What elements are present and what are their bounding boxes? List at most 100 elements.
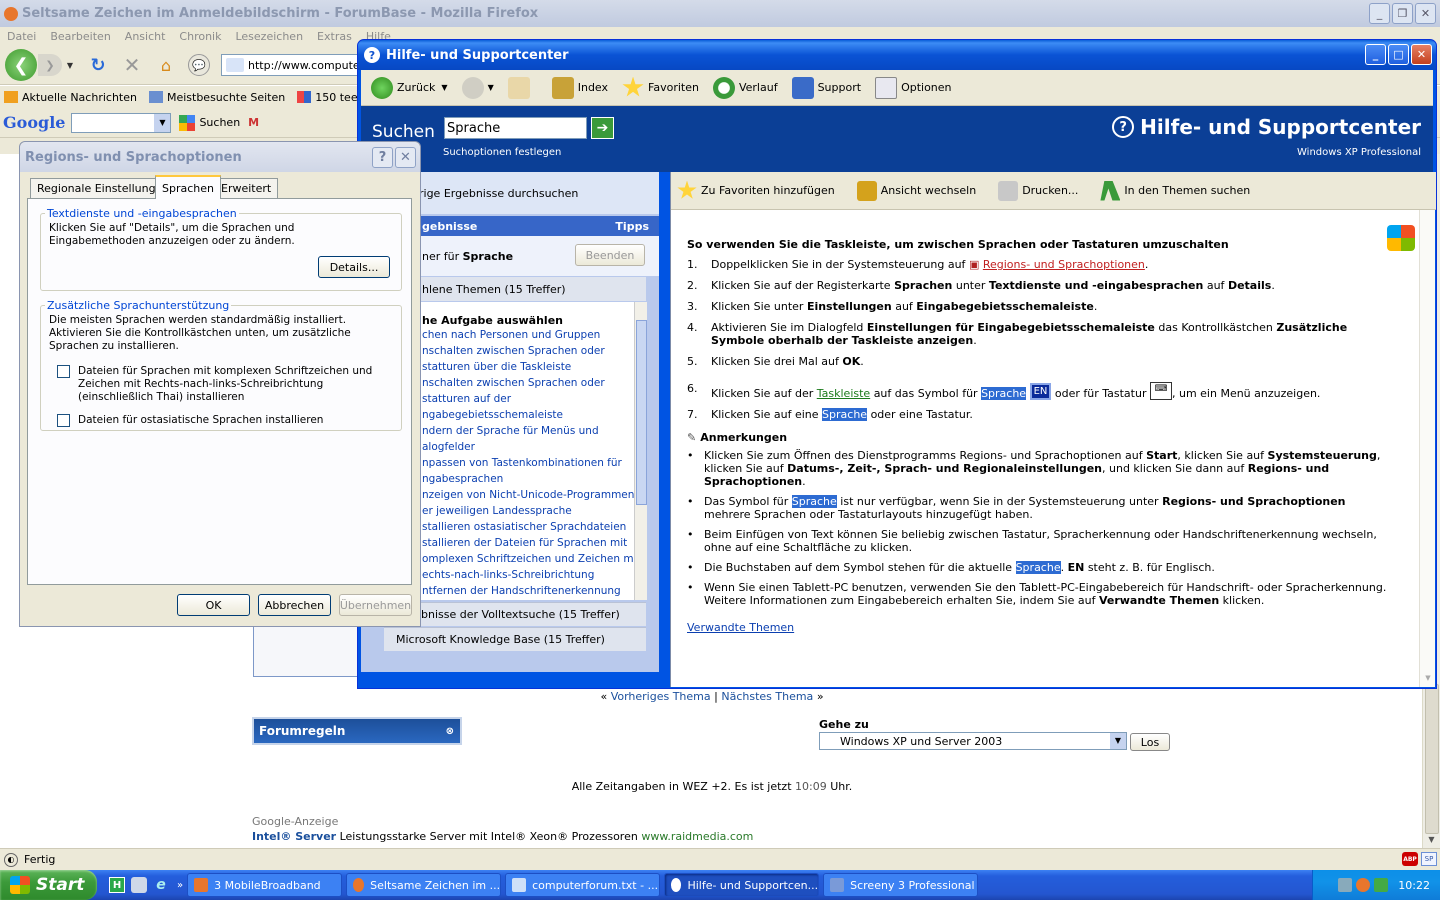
close-icon[interactable]: ✕	[1415, 3, 1436, 24]
regional-options-link[interactable]: Regions- und Sprachoptionen	[983, 258, 1145, 271]
topic-link[interactable]: ntfernen der Handschriftenerkennung	[422, 583, 634, 599]
task-help-center[interactable]: Hilfe- und Supportcen...	[664, 873, 820, 897]
chevron-down-icon[interactable]: ▼	[488, 83, 494, 92]
tray-status-icon[interactable]	[1374, 878, 1389, 892]
topic-link[interactable]: statturen über die Taskleiste	[422, 359, 634, 375]
clock[interactable]: 10:22	[1398, 879, 1430, 892]
chevron-down-icon[interactable]: ▼	[441, 83, 447, 92]
google-search-button[interactable]: Suchen	[199, 116, 240, 129]
find-in-topics-button[interactable]: In den Themen suchen	[1094, 180, 1250, 201]
support-button[interactable]: Support	[791, 76, 861, 99]
collapse-icon[interactable]: ⊗	[446, 726, 454, 737]
east-asian-option[interactable]: Dateien für ostasiatische Sprachen insta…	[41, 404, 401, 427]
menu-chronik[interactable]: Chronik	[179, 30, 221, 43]
details-button[interactable]: Details...	[318, 256, 390, 278]
related-topics-link[interactable]: Verwandte Themen	[687, 621, 1387, 634]
recommended-topics-header[interactable]: hlene Themen (15 Treffer)	[384, 277, 646, 301]
topic-link[interactable]: ndern der Sprache für Menüs und	[422, 423, 634, 439]
chat-icon[interactable]: 💬	[188, 54, 210, 76]
ad-title[interactable]: Intel® Server	[252, 830, 336, 843]
tab-advanced[interactable]: Erweitert	[214, 178, 279, 198]
adblock-icon[interactable]: ABP	[1402, 852, 1418, 866]
favorites-button[interactable]: Favoriten	[622, 76, 699, 99]
next-topic-link[interactable]: Nächstes Thema	[721, 690, 813, 703]
search-input[interactable]: Sprache	[444, 117, 587, 139]
task-mobilebroadband[interactable]: 3 MobileBroadband	[187, 873, 343, 897]
complex-script-option[interactable]: Dateien für Sprachen mit komplexen Schri…	[41, 355, 401, 404]
menu-lesezeichen[interactable]: Lesezeichen	[235, 30, 303, 43]
google-search-input[interactable]: ▼	[71, 112, 172, 133]
topic-link[interactable]: omplexen Schriftzeichen und Zeichen mit	[422, 551, 634, 567]
goto-button[interactable]: Los	[1130, 733, 1170, 751]
help-icon[interactable]: ?	[372, 147, 393, 168]
topic-link[interactable]: npassen von Tastenkombinationen für	[422, 455, 634, 471]
minimize-icon[interactable]: _	[1365, 44, 1386, 65]
tab-languages[interactable]: Sprachen	[155, 175, 221, 199]
quicklaunch-app-icon[interactable]: H	[109, 877, 125, 893]
scrollbar-thumb[interactable]	[1425, 684, 1439, 834]
chevron-down-icon[interactable]: ▼	[154, 113, 171, 132]
end-button[interactable]: Beenden	[575, 244, 645, 266]
cancel-button[interactable]: Abbrechen	[258, 594, 331, 616]
prev-topic-link[interactable]: Vorheriges Thema	[611, 690, 711, 703]
stop-icon[interactable]: ✕	[122, 53, 142, 77]
add-favorite-button[interactable]: Zu Favoriten hinzufügen	[671, 180, 835, 201]
switch-view-button[interactable]: Ansicht wechseln	[851, 180, 976, 201]
scroll-down-icon[interactable]: ▼	[1424, 832, 1439, 846]
bookmark-most-visited[interactable]: Meistbesuchte Seiten	[145, 91, 285, 104]
quicklaunch-overflow-icon[interactable]: »	[177, 880, 183, 891]
forward-icon[interactable]: ❯	[38, 54, 62, 76]
apply-button[interactable]: Übernehmen	[339, 594, 412, 616]
forum-rules-header[interactable]: Forumregeln ⊗	[252, 717, 462, 745]
task-firefox[interactable]: Seltsame Zeichen im ...	[346, 873, 502, 897]
index-button[interactable]: Index	[551, 76, 608, 99]
network-icon[interactable]	[1338, 878, 1353, 892]
minimize-icon[interactable]: _	[1369, 3, 1390, 24]
topic-link[interactable]: ngabesprachen	[422, 471, 634, 487]
close-icon[interactable]: ✕	[1411, 44, 1432, 65]
tray-app-icon[interactable]	[1356, 878, 1371, 892]
close-icon[interactable]: ✕	[395, 147, 416, 168]
restore-icon[interactable]: ❐	[1392, 3, 1413, 24]
maximize-icon[interactable]: □	[1388, 44, 1409, 65]
article-scrollbar[interactable]: ▼	[1419, 210, 1435, 687]
home-icon[interactable]: ⌂	[156, 55, 176, 75]
ie-icon[interactable]: e	[153, 877, 169, 893]
topic-link[interactable]: echts-nach-links-Schreibrichtung	[422, 567, 634, 583]
topic-link[interactable]: alogfelder	[422, 439, 634, 455]
complex-script-checkbox[interactable]	[57, 365, 70, 378]
task-screeny[interactable]: Screeny 3 Professional	[823, 873, 979, 897]
start-button[interactable]: Start	[0, 870, 97, 900]
knowledge-base-results[interactable]: Microsoft Knowledge Base (15 Treffer)	[384, 627, 646, 651]
topic-link[interactable]: nschalten zwischen Sprachen oder	[422, 343, 634, 359]
topic-link[interactable]: stallieren der Dateien für Sprachen mit	[422, 535, 634, 551]
topic-link[interactable]: nzeigen von Nicht-Unicode-Programmen in	[422, 487, 634, 503]
bookmark-news[interactable]: Aktuelle Nachrichten	[0, 91, 137, 104]
print-button[interactable]: Drucken...	[992, 180, 1078, 201]
menu-extras[interactable]: Extras	[317, 30, 352, 43]
search-go-icon[interactable]: ➔	[591, 117, 614, 139]
forward-button[interactable]: ▼	[461, 76, 494, 99]
topic-link[interactable]: nschalten zwischen Sprachen oder	[422, 375, 634, 391]
options-button[interactable]: Optionen	[875, 76, 952, 99]
url-field[interactable]: http://www.computer	[221, 54, 361, 76]
topic-scrollbar[interactable]	[634, 302, 647, 600]
home-button[interactable]	[507, 76, 534, 99]
topic-link[interactable]: chen nach Personen und Gruppen	[422, 327, 634, 343]
fulltext-results[interactable]: Ergebnisse der Volltextsuche (15 Treffer…	[384, 602, 646, 626]
search-options-link[interactable]: Suchoptionen festlegen	[443, 147, 561, 158]
east-asian-checkbox[interactable]	[57, 414, 70, 427]
topic-link[interactable]: ngabegebietsschemaleiste	[422, 407, 634, 423]
chevron-down-icon[interactable]: ▼	[1110, 733, 1126, 749]
ad-url[interactable]: www.raidmedia.com	[641, 830, 753, 843]
quicklaunch-desktop-icon[interactable]	[131, 877, 147, 893]
goto-select[interactable]: Windows XP und Server 2003 ▼	[819, 732, 1127, 750]
task-notepad[interactable]: computerforum.txt - ...	[505, 873, 661, 897]
reload-icon[interactable]: ↻	[88, 55, 108, 76]
history-dropdown-icon[interactable]: ▼	[64, 57, 76, 73]
ok-button[interactable]: OK	[177, 594, 250, 616]
menu-bearbeiten[interactable]: Bearbeiten	[50, 30, 110, 43]
topic-link[interactable]: er jeweiligen Landessprache	[422, 503, 634, 519]
history-button[interactable]: Verlauf	[712, 76, 778, 99]
mail-icon[interactable]: M	[248, 116, 259, 129]
